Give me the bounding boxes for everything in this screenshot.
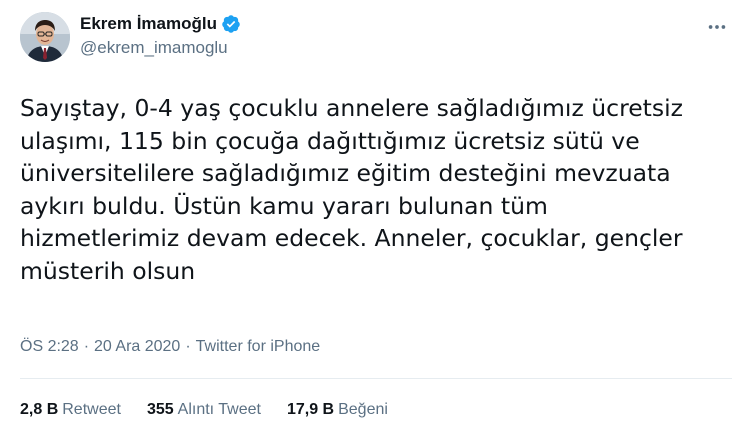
- handle[interactable]: @ekrem_imamoglu: [80, 38, 241, 60]
- meta-separator: ·: [185, 338, 191, 355]
- retweets-count: 2,8 B: [20, 401, 59, 418]
- tweet-time-link[interactable]: ÖS 2:28: [20, 338, 79, 356]
- tweet-text-line: ulaşımı, 115 bin çocuğa dağıttığımız ücr…: [20, 126, 640, 155]
- tweet-text: Sayıştay, 0-4 yaş çocuklu annelere sağla…: [20, 92, 732, 287]
- tweet-text-line: Sayıştay, 0-4 yaş çocuklu annelere sağla…: [20, 94, 684, 122]
- likes-label: Beğeni: [338, 401, 388, 418]
- engagement-stats: 2,8 B Retweet 355 Alıntı Tweet 17,9 B Beğen…: [20, 401, 414, 419]
- meta-separator: ·: [83, 338, 90, 355]
- tweet-meta: ÖS 2:28 · 20 Ara 2020 · Twitter for iPho…: [20, 338, 320, 356]
- tweet-source-link[interactable]: Twitter for iPhone: [196, 338, 321, 356]
- likes-stat[interactable]: 17,9 B Beğeni: [287, 401, 388, 419]
- quotes-stat[interactable]: 355 Alıntı Tweet: [147, 401, 261, 419]
- verified-badge-icon: [221, 14, 241, 34]
- avatar[interactable]: [20, 12, 70, 62]
- tweet-date-link[interactable]: 20 Ara 2020: [94, 338, 180, 356]
- more-options-icon[interactable]: [702, 14, 732, 40]
- avatar-image: [20, 12, 70, 62]
- divider: [20, 378, 732, 379]
- tweet-text-line: hizmetlerimiz devam edecek. Anneler, çoc…: [20, 224, 683, 252]
- quotes-label: Alıntı Tweet: [177, 401, 261, 418]
- tweet-text-line: müsterih olsun: [20, 256, 196, 285]
- likes-count: 17,9 B: [286, 401, 335, 418]
- display-name[interactable]: Ekrem İmamoğlu: [80, 14, 217, 34]
- tweet-card: Ekrem İmamoğlu @ekrem_imamoglu Sayıştay,…: [0, 0, 750, 438]
- quotes-count: 355: [146, 401, 174, 418]
- name-row: Ekrem İmamoğlu: [80, 13, 241, 35]
- tweet-text-line: üniversitelilere sağladığımız eğitim des…: [20, 159, 671, 187]
- retweets-stat[interactable]: 2,8 B Retweet: [20, 401, 121, 419]
- tweet-text-line: aykırı buldu. Üstün kamu yararı bulunan …: [20, 191, 548, 220]
- author-block: Ekrem İmamoğlu @ekrem_imamoglu: [80, 13, 241, 60]
- retweets-label: Retweet: [62, 401, 121, 418]
